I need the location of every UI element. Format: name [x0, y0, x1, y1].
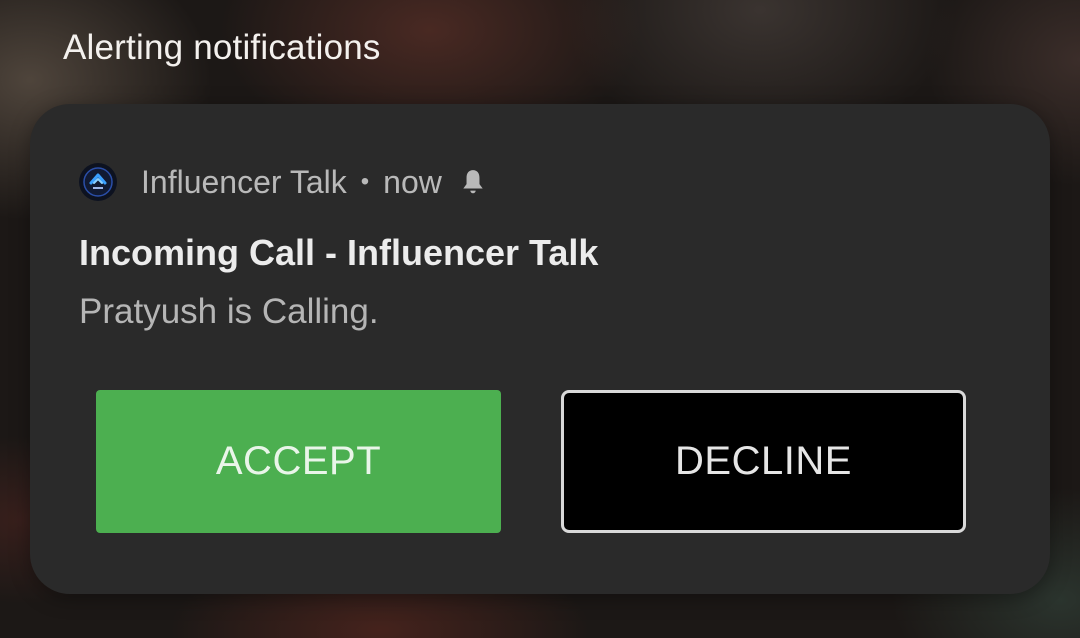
accept-button[interactable]: ACCEPT: [96, 390, 501, 533]
notification-body: Pratyush is Calling.: [79, 292, 379, 331]
decline-button[interactable]: DECLINE: [561, 390, 966, 533]
app-name: Influencer Talk: [141, 163, 347, 200]
notification-title: Incoming Call - Influencer Talk: [79, 232, 599, 273]
notification-header: Influencer Talk • now: [79, 162, 486, 202]
influencer-talk-logo-icon: [79, 163, 117, 201]
notification-card[interactable]: Influencer Talk • now Incoming Call - In…: [30, 104, 1050, 594]
bell-icon: [460, 168, 486, 196]
separator-dot: •: [360, 168, 370, 195]
notification-time: now: [383, 163, 442, 200]
section-title: Alerting notifications: [63, 28, 381, 67]
